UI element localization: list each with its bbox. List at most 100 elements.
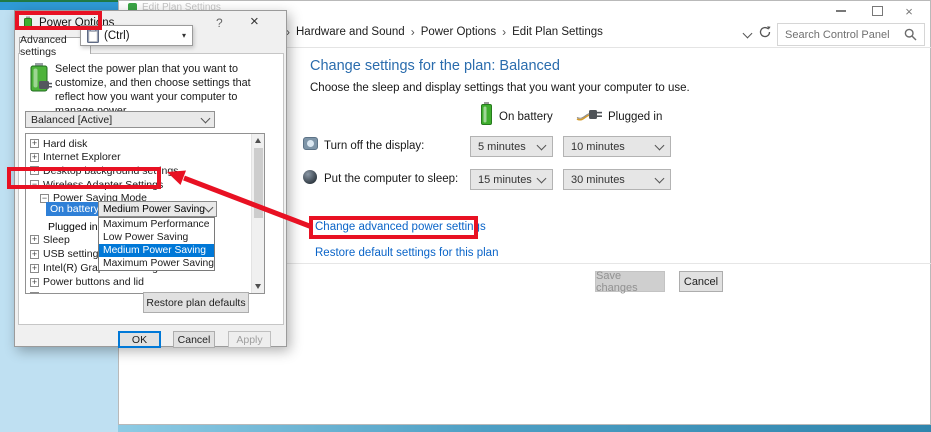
restore-default-settings-link[interactable]: Restore default settings for this plan	[315, 247, 498, 259]
expand-icon[interactable]: +	[30, 264, 39, 273]
minimize-button[interactable]	[830, 3, 852, 19]
background-window-titlebar-strip	[0, 0, 118, 10]
option-low-power-saving[interactable]: Low Power Saving	[99, 231, 214, 244]
power-plan-select[interactable]: Balanced [Active]	[25, 111, 215, 128]
chevron-down-icon	[537, 140, 547, 150]
apply-button: Apply	[228, 331, 271, 348]
select-value: 5 minutes	[478, 141, 526, 153]
sleep-icon	[303, 170, 317, 184]
page-subtitle: Choose the sleep and display settings th…	[310, 82, 690, 94]
expand-icon	[30, 292, 39, 295]
paste-options-tooltip[interactable]: (Ctrl) ▾	[80, 25, 193, 46]
close-dialog-button[interactable]: ×	[250, 13, 259, 30]
breadcrumb-separator-icon: ›	[411, 25, 415, 39]
advanced-settings-tree: + Hard disk + Internet Explorer +Desktop b…	[25, 133, 265, 294]
turn-off-display-label: Turn off the display:	[324, 140, 424, 152]
breadcrumb-hardware-and-sound[interactable]: Hardware and Sound	[296, 26, 405, 38]
select-value: 10 minutes	[571, 141, 625, 153]
breadcrumb-power-options[interactable]: Power Options	[421, 26, 496, 38]
collapse-icon[interactable]: −	[30, 180, 39, 189]
select-value: Balanced [Active]	[31, 114, 112, 126]
tree-item-partial	[30, 290, 39, 295]
tree-item-label: Power buttons and lid	[43, 276, 144, 288]
expand-icon[interactable]: +	[30, 139, 39, 148]
screen: Edit Plan Settings × › Hardware and Soun…	[0, 0, 931, 432]
select-value: 30 minutes	[571, 174, 625, 186]
power-plan-icon	[27, 63, 52, 99]
plug-icon	[576, 106, 603, 127]
ok-button[interactable]: OK	[118, 331, 161, 348]
sleep-on-battery-select[interactable]: 15 minutes	[470, 169, 553, 190]
expand-icon[interactable]: +	[30, 250, 39, 259]
dialog-description: Select the power plan that you want to c…	[55, 62, 277, 118]
power-saving-dropdown-list: Maximum Performance Low Power Saving Med…	[98, 217, 215, 271]
tree-item-usb-settings[interactable]: + USB settings	[30, 248, 104, 261]
paste-ctrl-label: (Ctrl)	[104, 30, 130, 42]
expand-icon[interactable]: +	[30, 235, 39, 244]
tree-item-desktop-background-settings[interactable]: +Desktop background settings	[30, 164, 178, 177]
help-button[interactable]: ?	[216, 16, 223, 30]
put-computer-to-sleep-label: Put the computer to sleep:	[324, 173, 458, 185]
expand-icon[interactable]: +	[30, 166, 39, 175]
maximize-icon	[872, 6, 883, 16]
scroll-up-icon[interactable]	[255, 138, 261, 143]
display-plugged-in-select[interactable]: 10 minutes	[563, 136, 671, 157]
tree-scrollbar[interactable]	[251, 134, 264, 293]
on-battery-column-header: On battery	[499, 111, 553, 123]
restore-plan-defaults-button[interactable]: Restore plan defaults	[143, 292, 249, 313]
tree-item-label: USB settings	[43, 248, 104, 260]
tree-item-label: Wireless Adapter Settings	[43, 179, 163, 191]
tree-item-label: Internet Explorer	[43, 151, 121, 163]
divider	[287, 263, 931, 264]
refresh-icon[interactable]	[758, 25, 772, 44]
on-battery-value-select[interactable]: Medium Power Saving	[98, 201, 217, 217]
power-options-icon	[22, 16, 35, 34]
search-placeholder: Search Control Panel	[785, 29, 904, 41]
select-value: Medium Power Saving	[103, 204, 205, 215]
search-icon	[904, 28, 917, 41]
minimize-icon	[836, 10, 846, 12]
taskbar-strip	[118, 425, 931, 432]
on-battery-setting-label[interactable]: On battery:	[46, 202, 106, 216]
plugged-in-setting-label[interactable]: Plugged in:	[48, 221, 101, 233]
chevron-down-icon	[655, 173, 665, 183]
expand-icon[interactable]: +	[30, 153, 39, 162]
power-options-dialog: Power Options ? × Advanced settings Sele…	[14, 10, 287, 347]
tree-item-power-buttons-and-lid[interactable]: + Power buttons and lid	[30, 276, 144, 289]
change-advanced-power-settings-link[interactable]: Change advanced power settings	[315, 221, 486, 233]
tree-item-label: Sleep	[43, 234, 70, 246]
battery-icon	[480, 102, 493, 130]
scrollbar-thumb[interactable]	[254, 148, 263, 218]
breadcrumb-edit-plan-settings[interactable]: Edit Plan Settings	[512, 26, 603, 38]
breadcrumb: › Hardware and Sound › Power Options › E…	[286, 25, 603, 39]
page-title: Change settings for the plan: Balanced	[310, 58, 560, 74]
scroll-down-icon[interactable]	[255, 284, 261, 289]
option-maximum-performance[interactable]: Maximum Performance	[99, 218, 214, 231]
display-on-battery-select[interactable]: 5 minutes	[470, 136, 553, 157]
option-maximum-power-saving[interactable]: Maximum Power Saving	[99, 257, 214, 270]
chevron-down-icon	[201, 113, 211, 123]
tree-item-wireless-adapter-settings[interactable]: −Wireless Adapter Settings	[30, 178, 163, 191]
option-medium-power-saving[interactable]: Medium Power Saving	[99, 244, 214, 257]
breadcrumb-separator-icon: ›	[502, 25, 506, 39]
tree-item-hard-disk[interactable]: + Hard disk	[30, 137, 87, 150]
plugged-in-column-header: Plugged in	[608, 111, 662, 123]
clipboard-icon	[87, 28, 99, 43]
chevron-down-icon	[655, 140, 665, 150]
display-icon	[303, 137, 318, 150]
search-input[interactable]: Search Control Panel	[777, 23, 925, 46]
caret-down-icon: ▾	[182, 31, 186, 40]
expand-icon[interactable]: +	[30, 278, 39, 287]
chevron-down-icon	[537, 173, 547, 183]
select-value: 15 minutes	[478, 174, 532, 186]
cancel-button[interactable]: Cancel	[679, 271, 723, 292]
chevron-down-icon	[204, 203, 214, 213]
dialog-cancel-button[interactable]: Cancel	[173, 331, 215, 348]
sleep-plugged-in-select[interactable]: 30 minutes	[563, 169, 671, 190]
save-changes-button: Save changes	[595, 271, 665, 292]
close-window-button[interactable]: ×	[898, 3, 920, 19]
tree-item-label: Hard disk	[43, 138, 87, 150]
maximize-button[interactable]	[866, 3, 888, 19]
tree-item-internet-explorer[interactable]: + Internet Explorer	[30, 151, 121, 164]
tree-item-sleep[interactable]: + Sleep	[30, 233, 70, 246]
